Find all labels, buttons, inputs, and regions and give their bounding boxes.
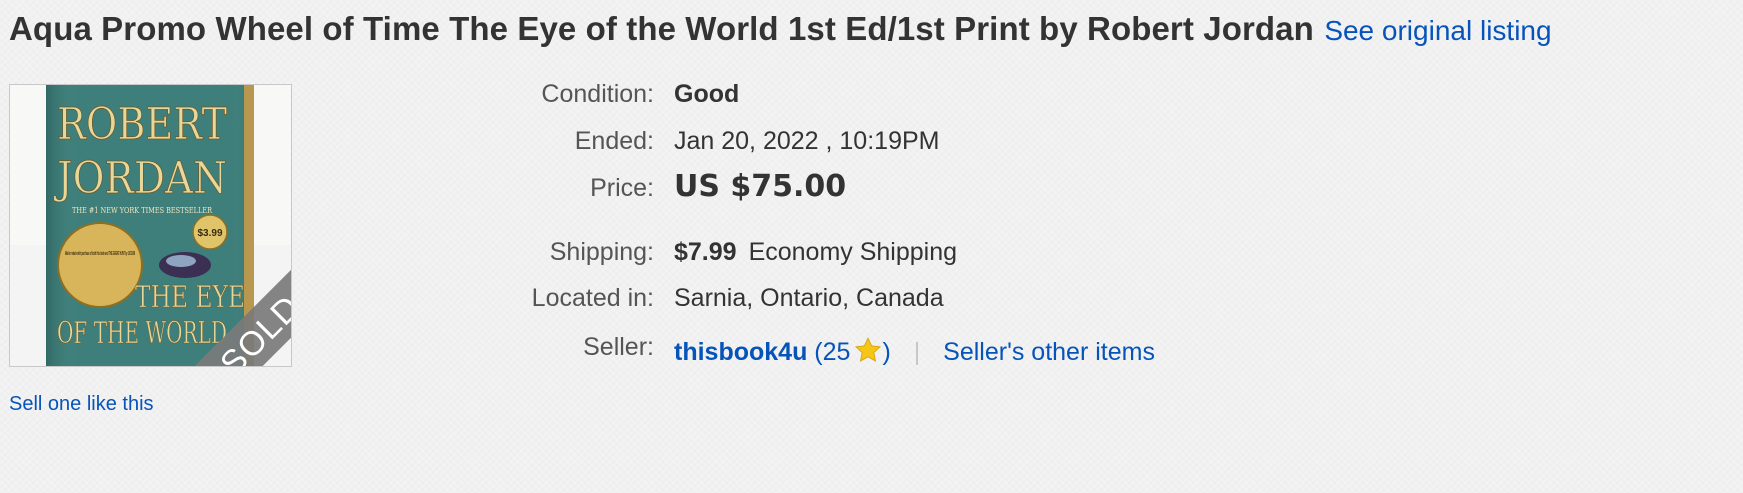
cover-price: $3.99 — [197, 228, 222, 239]
condition-value: Good — [674, 80, 740, 108]
cover-promo: Mail-in rebate with purchase of both thi… — [65, 251, 135, 257]
listing-header: Aqua Promo Wheel of Time The Eye of the … — [9, 10, 1552, 48]
shipping-cost: $7.99 — [674, 238, 737, 266]
price-label: Price: — [590, 174, 654, 202]
feedback-score-group[interactable]: (25) — [814, 337, 891, 366]
cover-author-line1: ROBERT — [57, 99, 227, 150]
book-cover-image: ROBERT JORDAN THE #1 NEW YORK TIMES BEST… — [10, 85, 291, 366]
seller-other-items-link[interactable]: Seller's other items — [943, 338, 1155, 366]
separator: | — [913, 338, 921, 366]
location-label: Located in: — [531, 284, 654, 312]
shipping-value: $7.99 Economy Shipping — [674, 238, 957, 267]
cover-author-line2: JORDAN — [53, 153, 227, 204]
cover-title-line1: THE EYE — [135, 280, 245, 315]
item-title: Aqua Promo Wheel of Time The Eye of the … — [9, 10, 1314, 47]
price-value: US $75.00 — [674, 169, 847, 204]
feedback-open-paren: ( — [814, 338, 823, 366]
condition-label: Condition: — [541, 80, 654, 108]
seller-label: Seller: — [583, 333, 654, 361]
star-icon — [855, 337, 882, 362]
location-value: Sarnia, Ontario, Canada — [674, 284, 944, 312]
ended-value: Jan 20, 2022 , 10:19PM — [674, 127, 940, 155]
feedback-score[interactable]: 25 — [823, 338, 851, 366]
cover-bestseller: THE #1 NEW YORK TIMES BESTSELLER — [72, 206, 213, 215]
cover-title-line2: OF THE WORLD — [57, 316, 227, 351]
shipping-label: Shipping: — [549, 238, 654, 266]
sell-one-like-this-link[interactable]: Sell one like this — [9, 393, 154, 416]
ended-label: Ended: — [574, 127, 654, 155]
seller-info: thisbook4u (25) | Seller's other items — [674, 336, 1155, 367]
shipping-service: Economy Shipping — [748, 238, 958, 266]
see-original-listing-link[interactable]: See original listing — [1324, 15, 1551, 46]
feedback-close-paren: ) — [882, 338, 891, 366]
seller-name-link[interactable]: thisbook4u — [674, 338, 807, 366]
item-image[interactable]: ROBERT JORDAN THE #1 NEW YORK TIMES BEST… — [9, 84, 292, 367]
